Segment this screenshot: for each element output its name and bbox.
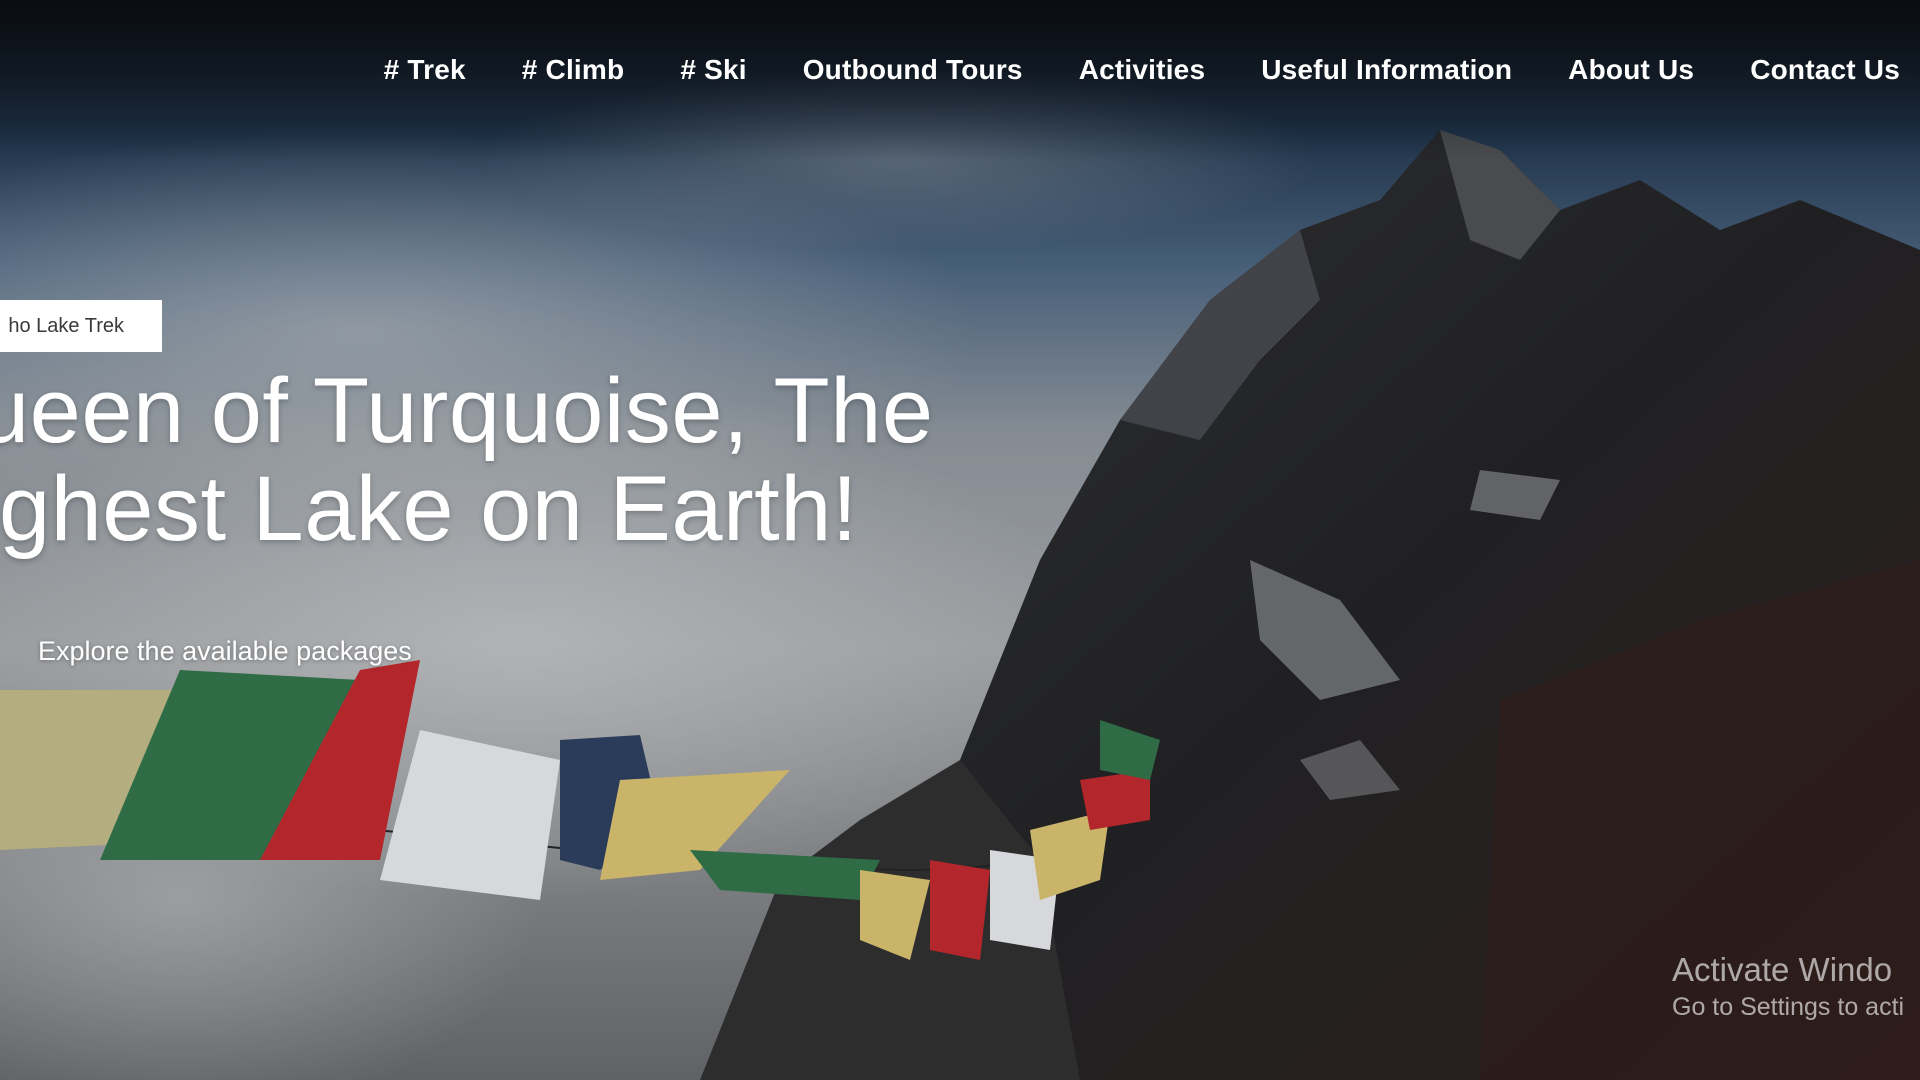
nav-item-climb[interactable]: # Climb bbox=[494, 48, 653, 92]
hero-viewport: # Trek # Climb # Ski Outbound Tours Acti… bbox=[0, 0, 1920, 1080]
windows-activation-watermark: Activate Windo Go to Settings to acti bbox=[1672, 950, 1904, 1024]
watermark-subtitle: Go to Settings to acti bbox=[1672, 993, 1905, 1021]
nav-item-about-us[interactable]: About Us bbox=[1540, 48, 1722, 92]
nav-item-trek[interactable]: # Trek bbox=[356, 48, 494, 92]
watermark-title: Activate Windo bbox=[1672, 951, 1893, 988]
nav-item-outbound-tours[interactable]: Outbound Tours bbox=[775, 48, 1051, 92]
nav-item-useful-information[interactable]: Useful Information bbox=[1233, 48, 1540, 92]
trek-tag-label: ho Lake Trek bbox=[8, 314, 124, 337]
hero-headline-line-1: ueen of Turquoise, The bbox=[0, 360, 934, 462]
nav-item-contact-us[interactable]: Contact Us bbox=[1722, 48, 1900, 92]
main-navigation: # Trek # Climb # Ski Outbound Tours Acti… bbox=[356, 48, 1900, 92]
nav-item-activities[interactable]: Activities bbox=[1051, 48, 1234, 92]
nav-item-ski[interactable]: # Ski bbox=[652, 48, 774, 92]
trek-tag-badge: ho Lake Trek bbox=[0, 300, 162, 352]
hero-headline-line-2: ighest Lake on Earth! bbox=[0, 458, 858, 560]
explore-packages-link[interactable]: Explore the available packages bbox=[38, 636, 412, 667]
hero-headline: ueen of Turquoise, The ighest Lake on Ea… bbox=[0, 362, 1078, 558]
